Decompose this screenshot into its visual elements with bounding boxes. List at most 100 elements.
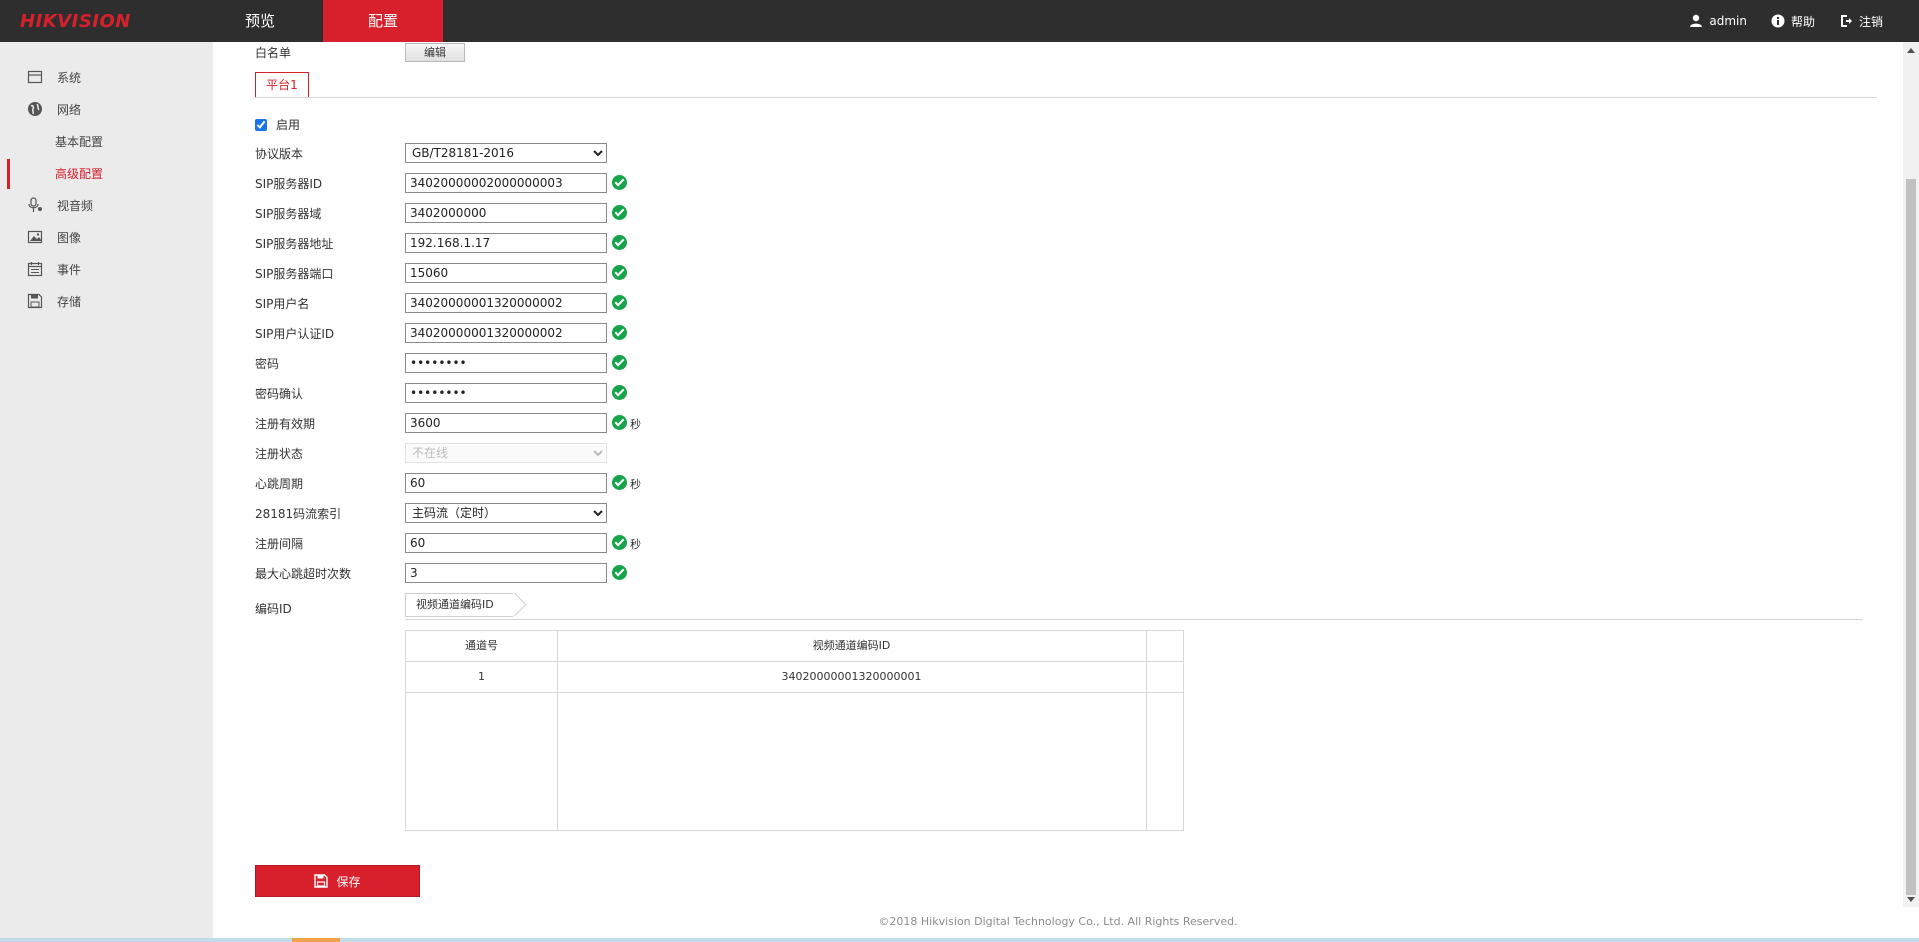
check-icon	[612, 415, 627, 430]
max-heartbeat-timeout-input[interactable]	[405, 563, 607, 583]
sip-auth-id-input[interactable]	[405, 323, 607, 343]
channel-number-header: 通道号	[465, 639, 498, 652]
enable-checkbox[interactable]	[255, 118, 267, 131]
globe-icon	[28, 102, 42, 116]
sidebar-item-audio-video[interactable]: 视音频	[0, 190, 213, 220]
check-icon	[612, 205, 627, 220]
sip-username-input[interactable]	[405, 293, 607, 313]
sip-auth-id-label: SIP用户认证ID	[255, 327, 335, 341]
sip-server-port-input[interactable]	[405, 263, 607, 283]
logout-link[interactable]: 注销	[1839, 13, 1883, 30]
help-link[interactable]: 帮助	[1771, 13, 1815, 30]
save-icon	[27, 293, 43, 309]
enable-option[interactable]: 启用	[255, 116, 300, 133]
main-content: 白名单 编辑 平台1 启用 协议版本 GB/T28181-2016 SIP服务器…	[213, 42, 1903, 942]
register-validity-label: 注册有效期	[255, 417, 316, 431]
tab-divider	[255, 97, 1877, 98]
sidebar-item-label: 图像	[57, 230, 82, 245]
copyright-footer: ©2018 Hikvision Digital Technology Co., …	[878, 915, 1238, 928]
protocol-version-label: 协议版本	[255, 147, 304, 161]
save-button[interactable]: 保存	[255, 865, 420, 897]
sidebar-item-label: 系统	[57, 70, 82, 85]
seconds-unit: 秒	[630, 418, 641, 431]
register-validity-input[interactable]	[405, 413, 607, 433]
column-divider	[1146, 631, 1147, 830]
heartbeat-period-input[interactable]	[405, 473, 607, 493]
sidebar-item-label: 事件	[57, 262, 82, 277]
channel-code-id-header: 视频通道编码ID	[812, 639, 891, 652]
sip-server-id-label: SIP服务器ID	[255, 177, 323, 191]
protocol-version-select[interactable]: GB/T28181-2016	[405, 143, 607, 163]
table-header: 通道号 视频通道编码ID	[406, 631, 1183, 662]
logout-icon	[1840, 15, 1852, 27]
sip-server-id-input[interactable]	[405, 173, 607, 193]
save-icon	[314, 874, 329, 888]
username-label: admin	[1709, 14, 1747, 28]
info-icon	[1771, 14, 1785, 28]
scrollbar-thumb[interactable]	[1906, 179, 1916, 895]
sidebar-item-network[interactable]: 网络	[0, 94, 213, 124]
sidebar-item-basic-config[interactable]: 基本配置	[0, 127, 213, 157]
seconds-unit: 秒	[630, 538, 641, 551]
check-icon	[612, 175, 627, 190]
channel-code-id-cell: 34020000001320000001	[781, 670, 922, 683]
sidebar-item-advanced-config[interactable]: 高级配置	[0, 159, 213, 189]
stream-index-select[interactable]: 主码流（定时）	[405, 503, 607, 523]
user-menu: admin 帮助 注销	[1665, 0, 1883, 42]
password-input[interactable]	[405, 353, 607, 373]
hikvision-logo: HIKVISION	[20, 11, 131, 32]
scroll-down-arrow-icon[interactable]	[1907, 897, 1915, 902]
max-heartbeat-timeout-label: 最大心跳超时次数	[255, 567, 352, 581]
password-confirm-label: 密码确认	[255, 387, 304, 401]
channel-code-table: 通道号 视频通道编码ID 1 34020000001320000001	[405, 630, 1184, 831]
image-icon	[27, 230, 43, 244]
check-icon	[612, 265, 627, 280]
system-icon	[27, 70, 43, 84]
table-row[interactable]: 1 34020000001320000001	[406, 662, 1183, 693]
sidebar-item-label: 高级配置	[55, 167, 104, 181]
top-navigation-bar: HIKVISION 预览 配置 admin 帮助 注销	[0, 0, 1919, 42]
whitelist-label: 白名单	[255, 46, 292, 60]
sidebar-item-event[interactable]: 事件	[0, 254, 213, 284]
sidebar-item-image[interactable]: 图像	[0, 222, 213, 252]
heartbeat-period-label: 心跳周期	[255, 477, 304, 491]
code-id-label: 编码ID	[255, 602, 292, 616]
channel-number-cell: 1	[478, 670, 485, 683]
whitelist-edit-button[interactable]: 编辑	[405, 43, 465, 62]
sidebar-item-storage[interactable]: 存储	[0, 286, 213, 316]
sidebar-item-system[interactable]: 系统	[0, 62, 213, 92]
sip-server-address-input[interactable]	[405, 233, 607, 253]
mic-icon	[28, 197, 42, 212]
check-icon	[612, 325, 627, 340]
column-divider	[557, 631, 558, 830]
enable-label: 启用	[276, 118, 301, 132]
tab-platform-1[interactable]: 平台1	[255, 72, 309, 98]
tab-configuration[interactable]: 配置	[323, 0, 443, 42]
sip-server-domain-input[interactable]	[405, 203, 607, 223]
check-icon	[612, 475, 627, 490]
register-interval-label: 注册间隔	[255, 537, 304, 551]
strip-marker	[292, 938, 340, 942]
check-icon	[612, 235, 627, 250]
calendar-icon	[27, 262, 43, 277]
sip-server-port-label: SIP服务器端口	[255, 267, 334, 281]
register-interval-input[interactable]	[405, 533, 607, 553]
logout-label: 注销	[1858, 14, 1883, 29]
code-tab-divider	[405, 619, 1863, 620]
user-account[interactable]: admin	[1689, 14, 1747, 28]
register-status-select: 不在线	[405, 443, 607, 463]
register-status-label: 注册状态	[255, 447, 304, 461]
sidebar-item-label: 基本配置	[55, 135, 104, 149]
seconds-unit: 秒	[630, 478, 641, 491]
scroll-up-arrow-icon[interactable]	[1907, 48, 1915, 53]
sip-server-address-label: SIP服务器地址	[255, 237, 334, 251]
check-icon	[612, 355, 627, 370]
vertical-scrollbar[interactable]	[1903, 42, 1919, 907]
sidebar-item-label: 存储	[57, 294, 82, 309]
tab-preview[interactable]: 预览	[210, 0, 310, 42]
password-confirm-input[interactable]	[405, 383, 607, 403]
sidebar-item-label: 网络	[57, 102, 82, 117]
check-icon	[612, 295, 627, 310]
help-label: 帮助	[1790, 14, 1815, 29]
check-icon	[612, 535, 627, 550]
